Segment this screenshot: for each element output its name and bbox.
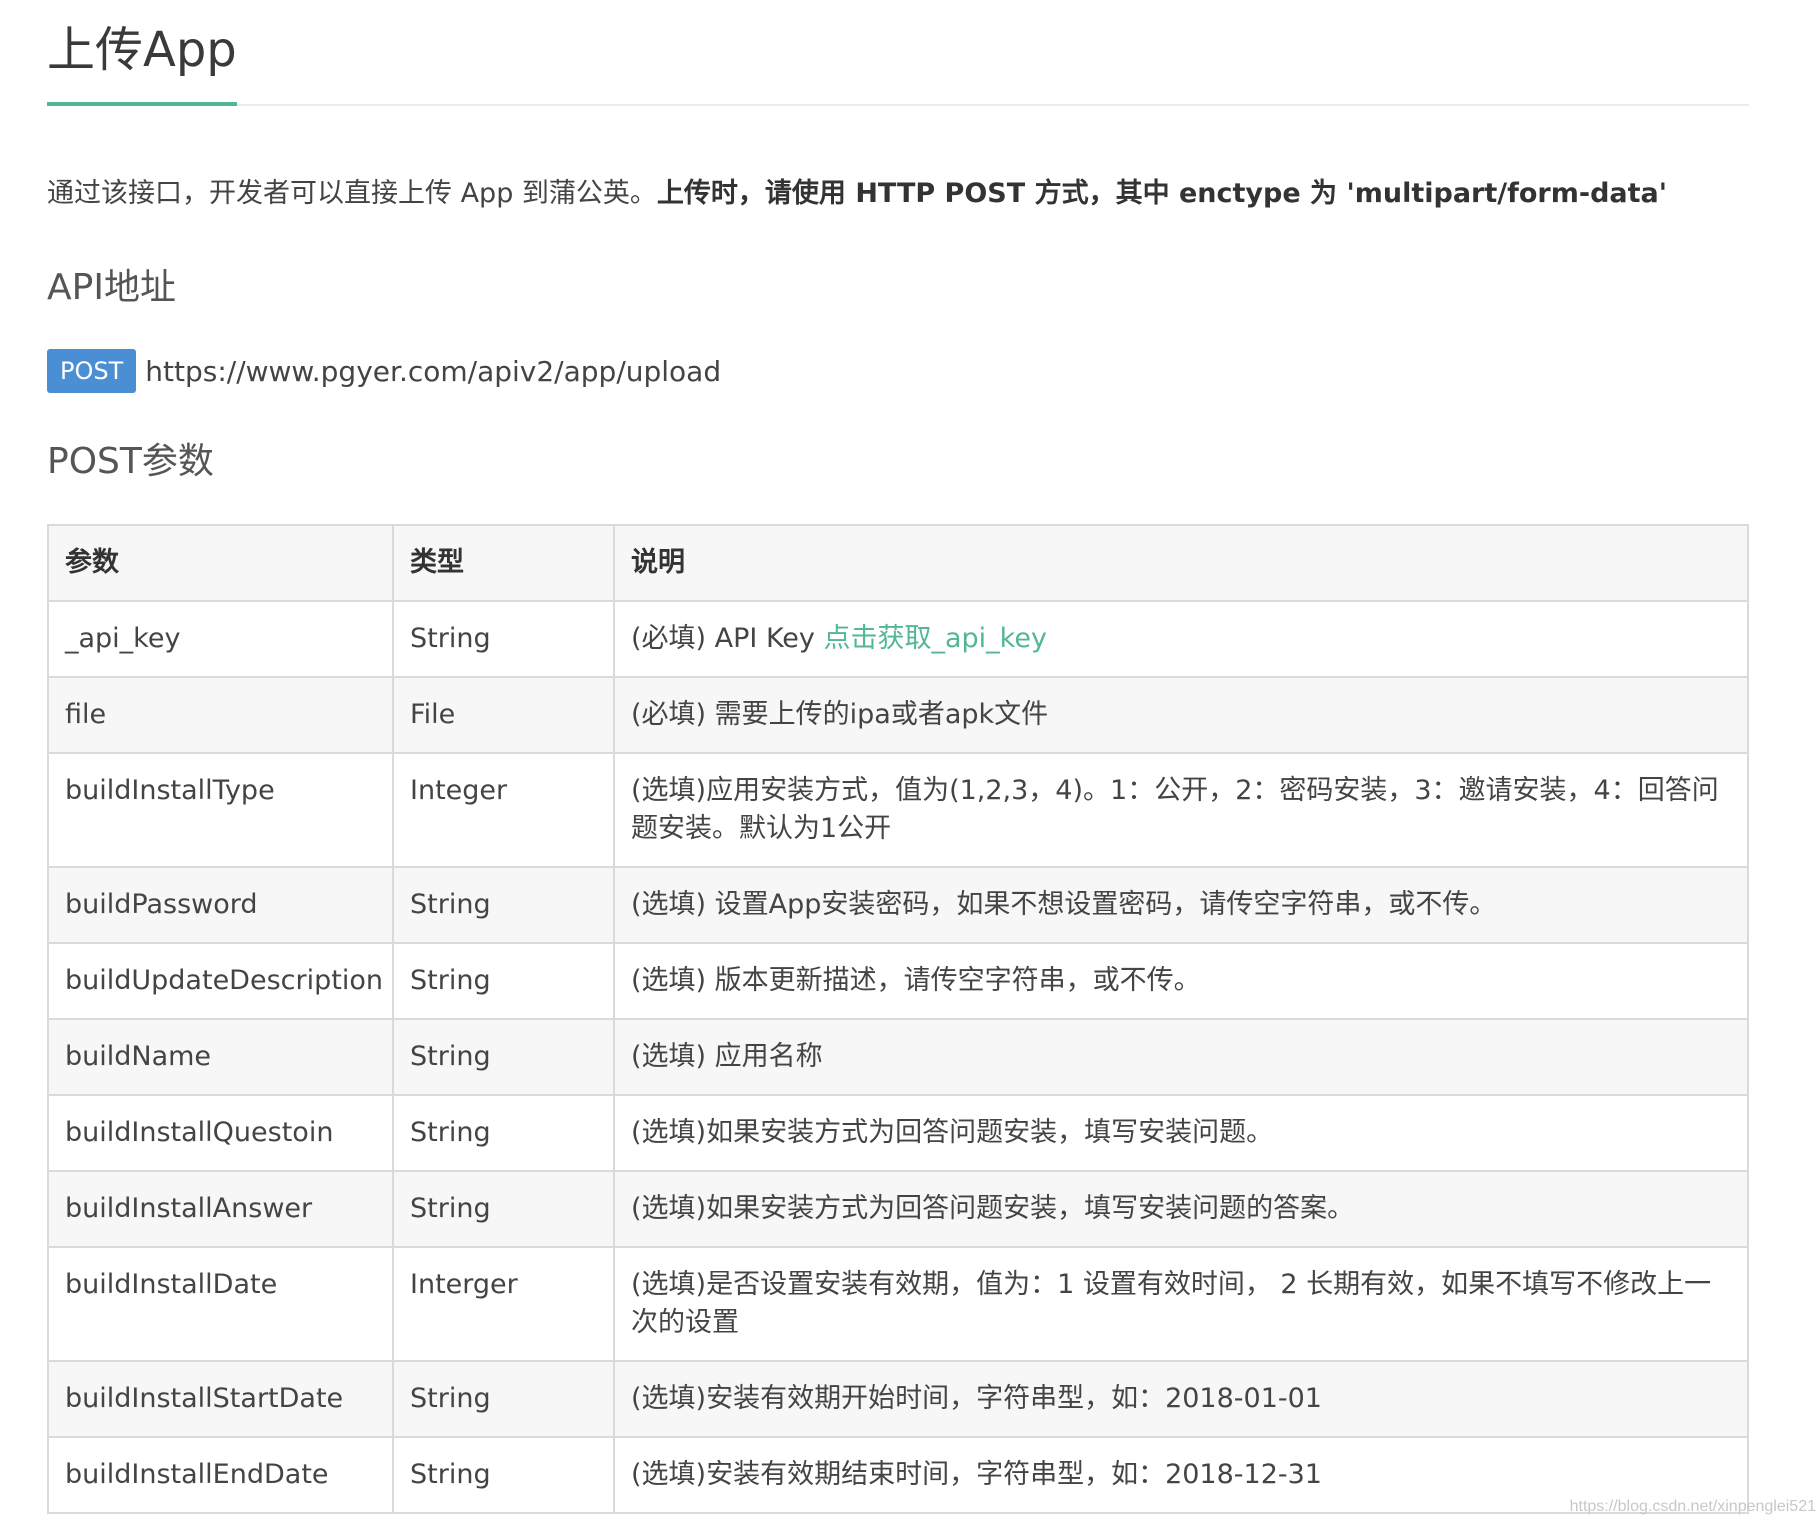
param-desc: (选填) 应用名称 bbox=[613, 1018, 1749, 1096]
param-name: buildUpdateDescription bbox=[47, 942, 394, 1020]
endpoint-url: https://www.pgyer.com/apiv2/app/upload bbox=[145, 354, 722, 388]
table-header-row: 参数 类型 说明 bbox=[47, 524, 1749, 602]
param-desc: (选填)是否设置安装有效期，值为：1 设置有效时间， 2 长期有效，如果不填写不… bbox=[613, 1246, 1749, 1362]
table-row: buildInstallQuestoin String (选填)如果安装方式为回… bbox=[47, 1094, 1749, 1172]
intro-text: 通过该接口，开发者可以直接上传 App 到蒲公英。 bbox=[47, 178, 657, 209]
param-name: buildInstallQuestoin bbox=[47, 1094, 394, 1172]
page-title: 上传App bbox=[47, 22, 237, 78]
param-type: String bbox=[392, 1360, 615, 1438]
intro-bold-text: 上传时，请使用 HTTP POST 方式，其中 enctype 为 'multi… bbox=[656, 178, 1668, 209]
param-name: _api_key bbox=[47, 600, 394, 678]
table-row: file File (必填) 需要上传的ipa或者apk文件 bbox=[47, 676, 1749, 754]
param-name: buildInstallEndDate bbox=[47, 1436, 394, 1514]
post-params-heading: POST参数 bbox=[47, 441, 214, 482]
param-type: String bbox=[392, 600, 615, 678]
param-name: buildInstallAnswer bbox=[47, 1170, 394, 1248]
table-row: buildInstallAnswer String (选填)如果安装方式为回答问… bbox=[47, 1170, 1749, 1248]
table-row: buildUpdateDescription String (选填) 版本更新描… bbox=[47, 942, 1749, 1020]
header-type: 类型 bbox=[392, 524, 615, 602]
param-desc: (选填)应用安装方式，值为(1,2,3，4)。1：公开，2：密码安装，3：邀请安… bbox=[613, 752, 1749, 868]
header-desc: 说明 bbox=[613, 524, 1749, 602]
table-row: _api_key String (必填) API Key 点击获取_api_ke… bbox=[47, 600, 1749, 678]
table-row: buildName String (选填) 应用名称 bbox=[47, 1018, 1749, 1096]
param-desc-text: (必填) API Key bbox=[631, 623, 824, 654]
param-type: String bbox=[392, 1018, 615, 1096]
param-type: String bbox=[392, 1170, 615, 1248]
param-desc: (选填)如果安装方式为回答问题安装，填写安装问题的答案。 bbox=[613, 1170, 1749, 1248]
param-name: buildInstallType bbox=[47, 752, 394, 868]
param-type: String bbox=[392, 942, 615, 1020]
watermark: https://blog.csdn.net/xinpenglei521 bbox=[1569, 1498, 1816, 1515]
param-type: String bbox=[392, 1436, 615, 1514]
param-type: String bbox=[392, 1094, 615, 1172]
table-row: buildInstallEndDate String (选填)安装有效期结束时间… bbox=[47, 1436, 1749, 1514]
param-name: buildInstallDate bbox=[47, 1246, 394, 1362]
table-row: buildInstallDate Interger (选填)是否设置安装有效期，… bbox=[47, 1246, 1749, 1362]
param-desc: (选填) 设置App安装密码，如果不想设置密码，请传空字符串，或不传。 bbox=[613, 866, 1749, 944]
table-row: buildInstallType Integer (选填)应用安装方式，值为(1… bbox=[47, 752, 1749, 868]
param-name: buildInstallStartDate bbox=[47, 1360, 394, 1438]
param-name: buildName bbox=[47, 1018, 394, 1096]
api-address-heading: API地址 bbox=[47, 267, 176, 308]
params-table: 参数 类型 说明 _api_key String (必填) API Key 点击… bbox=[47, 524, 1749, 1514]
title-section: 上传App bbox=[47, 0, 1749, 106]
param-type: Interger bbox=[392, 1246, 615, 1362]
method-badge: POST bbox=[47, 349, 137, 393]
param-type: File bbox=[392, 676, 615, 754]
table-row: buildPassword String (选填) 设置App安装密码，如果不想… bbox=[47, 866, 1749, 944]
param-name: buildPassword bbox=[47, 866, 394, 944]
param-type: Integer bbox=[392, 752, 615, 868]
param-name: file bbox=[47, 676, 394, 754]
param-desc: (选填) 版本更新描述，请传空字符串，或不传。 bbox=[613, 942, 1749, 1020]
param-type: String bbox=[392, 866, 615, 944]
table-row: buildInstallStartDate String (选填)安装有效期开始… bbox=[47, 1360, 1749, 1438]
param-desc: (必填) 需要上传的ipa或者apk文件 bbox=[613, 676, 1749, 754]
param-desc: (选填)安装有效期开始时间，字符串型，如：2018-01-01 bbox=[613, 1360, 1749, 1438]
endpoint-line: POST https://www.pgyer.com/apiv2/app/upl… bbox=[47, 349, 721, 393]
param-desc: (必填) API Key 点击获取_api_key bbox=[613, 600, 1749, 678]
title-underline bbox=[47, 102, 237, 106]
intro-paragraph: 通过该接口，开发者可以直接上传 App 到蒲公英。上传时，请使用 HTTP PO… bbox=[47, 170, 1667, 218]
header-param: 参数 bbox=[47, 524, 394, 602]
doc-content: 上传App 通过该接口，开发者可以直接上传 App 到蒲公英。上传时，请使用 H… bbox=[47, 0, 1749, 1514]
get-api-key-link[interactable]: 点击获取_api_key bbox=[823, 623, 1046, 654]
param-desc: (选填)如果安装方式为回答问题安装，填写安装问题。 bbox=[613, 1094, 1749, 1172]
